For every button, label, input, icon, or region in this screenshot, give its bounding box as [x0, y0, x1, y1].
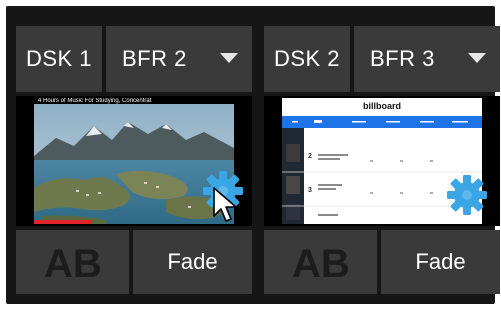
bfr-2-source-dropdown[interactable]: BFR 2 [106, 26, 252, 92]
dsk-1-button[interactable]: DSK 1 [16, 26, 102, 92]
source-preview-thumbnail[interactable]: 4 Hours of Music For Studying, Concentra… [16, 96, 252, 226]
source-preview-thumbnail[interactable]: 2 3 billboard [264, 96, 500, 226]
gear-icon[interactable] [444, 172, 490, 218]
dropdown-arrow-icon[interactable] [468, 53, 486, 63]
fade-button[interactable]: Fade [381, 230, 500, 294]
bfr-3-source-dropdown[interactable]: BFR 3 [354, 26, 500, 92]
dsk-label: DSK 1 [25, 46, 93, 71]
dsk-2-button[interactable]: DSK 2 [264, 26, 350, 92]
bfr-label: BFR 2 [122, 46, 187, 71]
svg-text:2: 2 [308, 153, 312, 160]
mouse-cursor-icon [213, 187, 237, 222]
dsk-control-frame: DSK 1 BFR 2 4 Hours of Music For Studyin… [6, 6, 500, 304]
fade-label: Fade [415, 249, 466, 274]
dsk-panel-1: DSK 1 BFR 2 4 Hours of Music For Studyin… [16, 26, 252, 296]
ab-transition-button[interactable]: AB [264, 230, 377, 294]
fade-button[interactable]: Fade [133, 230, 252, 294]
dropdown-arrow-icon[interactable] [220, 53, 238, 63]
bfr-label: BFR 3 [370, 46, 435, 71]
dsk-label: DSK 2 [273, 46, 341, 71]
ab-transition-icon: AB [292, 242, 350, 283]
billboard-logo: billboard [363, 101, 401, 111]
video-title-overlay: 4 Hours of Music For Studying, Concentra… [38, 98, 152, 104]
fade-label: Fade [167, 249, 218, 274]
svg-text:AB: AB [44, 242, 102, 283]
ab-transition-icon: AB [44, 242, 102, 283]
ab-transition-button[interactable]: AB [16, 230, 129, 294]
dsk-panel-2: DSK 2 BFR 3 2 3 billboard AB Fade [264, 26, 500, 296]
svg-text:AB: AB [292, 242, 350, 283]
svg-text:3: 3 [308, 187, 312, 194]
